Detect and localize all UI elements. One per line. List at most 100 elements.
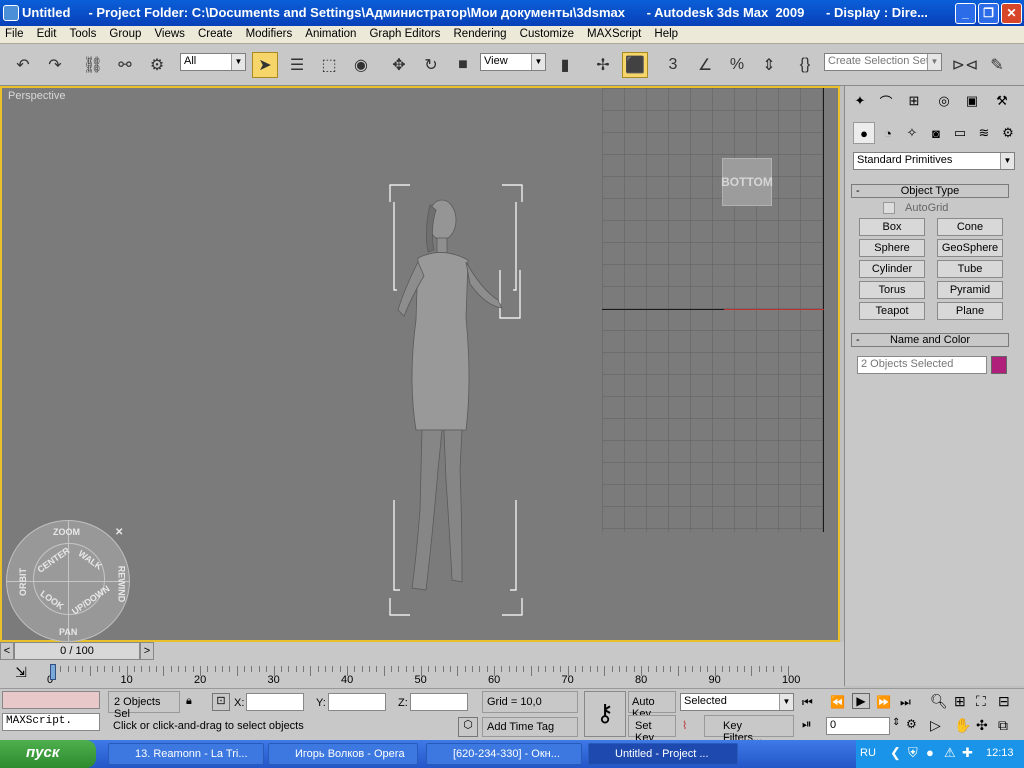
taskbar-item-winamp[interactable]: 13. Reamonn - La Tri...: [108, 743, 264, 765]
go-to-start-icon[interactable]: ⏮: [802, 695, 813, 710]
volume-icon[interactable]: ✚: [962, 745, 973, 761]
lights-icon[interactable]: ✧: [901, 122, 923, 144]
tray-arrow-icon[interactable]: ❮: [890, 745, 901, 761]
close-button[interactable]: ✕: [1001, 3, 1022, 24]
snaps-toggle-icon[interactable]: 3: [660, 52, 686, 78]
app-icon[interactable]: [3, 5, 19, 21]
maxscript-mini-listener[interactable]: MAXScript.: [2, 713, 100, 731]
unlink-icon[interactable]: ⚯: [112, 52, 138, 78]
nav-rewind[interactable]: REWIND: [116, 566, 126, 603]
key-mode-dropdown[interactable]: Selected ▼: [680, 693, 794, 711]
taskbar-item-3dsmax[interactable]: Untitled - Project ...: [588, 743, 738, 765]
select-and-manipulate-icon[interactable]: ✢: [590, 52, 616, 78]
next-frame-icon[interactable]: ⏩: [876, 695, 891, 709]
key-mode-toggle-icon[interactable]: ⏯: [802, 717, 812, 732]
time-slider[interactable]: 0 / 100: [14, 642, 140, 660]
menu-graph-editors[interactable]: Graph Editors: [364, 26, 445, 40]
time-tag-icon[interactable]: ⬡: [458, 717, 478, 737]
trackbar[interactable]: ⇲ 0 10 20 30 40 50 60 70 80 90 100: [0, 660, 844, 688]
key-tangent-icon[interactable]: ⌇: [682, 719, 700, 735]
menu-edit[interactable]: Edit: [32, 26, 62, 40]
mirror-icon[interactable]: ⊳⊲: [952, 52, 979, 78]
keyboard-shortcut-override-icon[interactable]: ⬛: [622, 52, 648, 78]
nav-pan[interactable]: PAN: [59, 627, 77, 637]
create-tab-icon[interactable]: ✦: [849, 90, 871, 112]
geosphere-button[interactable]: GeoSphere: [937, 239, 1003, 257]
auto-key-button[interactable]: Auto Key: [628, 691, 676, 720]
undo-icon[interactable]: ↶: [10, 52, 36, 78]
helpers-icon[interactable]: ▭: [949, 122, 971, 144]
key-filters-button[interactable]: Key Filters...: [704, 715, 794, 744]
antivirus-icon[interactable]: ●: [926, 745, 934, 760]
display-tab-icon[interactable]: ▣: [961, 90, 983, 112]
menu-create[interactable]: Create: [193, 26, 238, 40]
menu-maxscript[interactable]: MAXScript: [582, 26, 646, 40]
selection-filter-dropdown[interactable]: All ▼: [180, 53, 246, 71]
object-type-rollout-header[interactable]: - Object Type: [851, 184, 1009, 198]
select-object-icon[interactable]: ➤: [252, 52, 278, 78]
field-of-view-icon[interactable]: ▷: [930, 717, 941, 734]
current-frame-marker[interactable]: [50, 664, 56, 680]
steering-wheel[interactable]: ZOOM ORBIT CENTER WALK REWIND LOOK UP/DO…: [6, 520, 130, 642]
nav-orbit[interactable]: ORBIT: [18, 568, 28, 596]
minimize-button[interactable]: _: [955, 3, 976, 24]
maxscript-listener-field[interactable]: [2, 691, 100, 709]
key-icon[interactable]: ⚷: [584, 691, 626, 737]
spinner-snap-icon[interactable]: ⇕: [756, 52, 782, 78]
absolute-mode-icon[interactable]: ⊡: [212, 693, 230, 711]
add-time-tag[interactable]: Add Time Tag: [482, 717, 578, 737]
character-figure[interactable]: [382, 180, 532, 620]
chevron-right-icon[interactable]: >: [140, 642, 154, 660]
tube-button[interactable]: Tube: [937, 260, 1003, 278]
z-coordinate-field[interactable]: [410, 693, 468, 711]
select-and-scale-icon[interactable]: ■: [450, 52, 476, 78]
modify-tab-icon[interactable]: ⌒: [875, 90, 897, 112]
angle-snap-icon[interactable]: ∠: [692, 52, 718, 78]
menu-tools[interactable]: Tools: [64, 26, 101, 40]
lock-icon[interactable]: 🔒︎: [186, 695, 192, 708]
cone-button[interactable]: Cone: [937, 218, 1003, 236]
start-button[interactable]: пуск: [0, 740, 96, 768]
rectangular-selection-icon[interactable]: ⬚: [316, 52, 342, 78]
menu-help[interactable]: Help: [649, 26, 683, 40]
menu-modifiers[interactable]: Modifiers: [241, 26, 298, 40]
close-icon[interactable]: ✕: [115, 527, 123, 538]
play-icon[interactable]: ▶: [852, 693, 870, 709]
bind-to-space-warp-icon[interactable]: ⚙: [144, 52, 170, 78]
cameras-icon[interactable]: ◙: [925, 122, 947, 144]
time-configuration-icon[interactable]: ⚙: [906, 717, 917, 731]
zoom-extents-icon[interactable]: ⛶: [976, 693, 986, 710]
named-selection-dropdown[interactable]: Create Selection Set ▼: [824, 53, 942, 71]
torus-button[interactable]: Torus: [859, 281, 925, 299]
object-name-field[interactable]: 2 Objects Selected: [857, 356, 987, 374]
menu-rendering[interactable]: Rendering: [449, 26, 512, 40]
select-and-link-icon[interactable]: ⛓: [80, 52, 106, 78]
align-icon[interactable]: ✎: [984, 52, 1010, 78]
motion-tab-icon[interactable]: ◎: [933, 90, 955, 112]
orbit-icon[interactable]: ✣: [976, 717, 988, 734]
taskbar-item-chat[interactable]: [620-234-330] - Окн...: [426, 743, 582, 765]
shapes-icon[interactable]: ◔: [877, 122, 899, 144]
autogrid-checkbox[interactable]: [883, 202, 895, 214]
hierarchy-tab-icon[interactable]: ⊞: [903, 90, 925, 112]
percent-snap-icon[interactable]: %: [724, 52, 750, 78]
cylinder-button[interactable]: Cylinder: [859, 260, 925, 278]
space-warps-icon[interactable]: ≋: [973, 122, 995, 144]
current-frame-field[interactable]: 0: [826, 717, 890, 735]
name-and-color-rollout-header[interactable]: - Name and Color: [851, 333, 1009, 347]
systems-icon[interactable]: ⚙: [997, 122, 1019, 144]
menu-file[interactable]: File: [0, 26, 29, 40]
zoom-extents-all-icon[interactable]: ⊟: [998, 693, 1010, 710]
nav-zoom[interactable]: ZOOM: [53, 527, 80, 537]
x-coordinate-field[interactable]: [246, 693, 304, 711]
previous-frame-icon[interactable]: ⏪: [830, 695, 845, 709]
shield-icon[interactable]: ⛨: [908, 745, 918, 761]
menu-group[interactable]: Group: [104, 26, 146, 40]
reference-coordinate-dropdown[interactable]: View ▼: [480, 53, 546, 71]
language-indicator[interactable]: RU: [860, 747, 876, 759]
zoom-all-icon[interactable]: ⊞: [954, 693, 966, 710]
pyramid-button[interactable]: Pyramid: [937, 281, 1003, 299]
geometry-icon[interactable]: ●: [853, 122, 875, 144]
pan-view-icon[interactable]: ✋: [954, 717, 971, 734]
teapot-button[interactable]: Teapot: [859, 302, 925, 320]
